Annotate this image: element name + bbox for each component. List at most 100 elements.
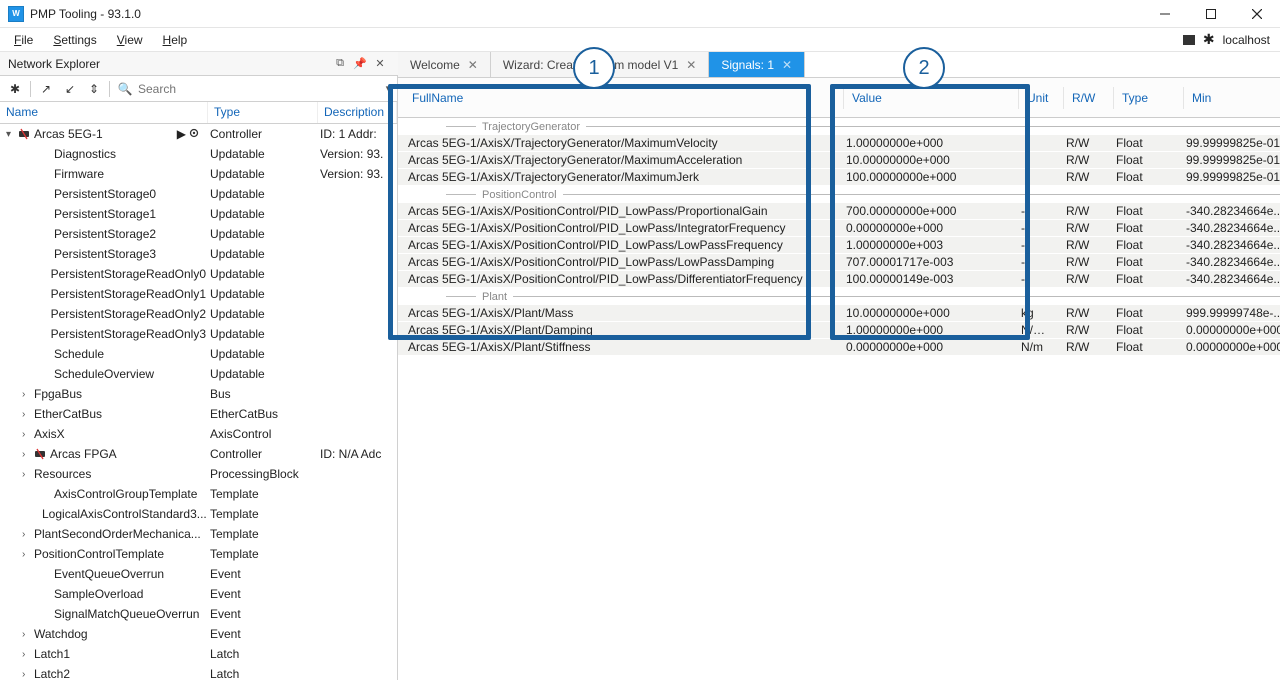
grid-group-header: TrajectoryGenerator (398, 118, 1280, 135)
minimize-button[interactable] (1142, 0, 1188, 28)
grid-row[interactable]: Arcas 5EG-1/AxisX/Plant/Mass10.00000000e… (398, 305, 1280, 322)
cell-type: Float (1108, 272, 1178, 286)
search-dropdown-icon[interactable]: ▼ (384, 84, 392, 93)
col-desc[interactable]: Description (318, 102, 397, 123)
cell-value[interactable]: 700.00000000e+000 (838, 204, 1013, 218)
tree-row[interactable]: ›ResourcesProcessingBlock (0, 464, 397, 484)
sort-icon[interactable]: ⇕ (85, 80, 103, 98)
expander-icon[interactable]: › (22, 409, 34, 420)
panel-popout-button[interactable]: ⧉ (330, 57, 350, 70)
tree-row[interactable]: PersistentStorageReadOnly2Updatable (0, 304, 397, 324)
grid-row[interactable]: Arcas 5EG-1/AxisX/TrajectoryGenerator/Ma… (398, 152, 1280, 169)
tree-row[interactable]: SampleOverloadEvent (0, 584, 397, 604)
cell-value[interactable]: 0.00000000e+000 (838, 340, 1013, 354)
expander-icon[interactable]: › (22, 469, 34, 480)
expander-icon[interactable]: ▾ (6, 129, 18, 140)
tab[interactable]: Welcome✕ (398, 52, 491, 77)
col-unit[interactable]: Unit (1019, 87, 1064, 109)
grid-row[interactable]: Arcas 5EG-1/AxisX/Plant/Damping1.0000000… (398, 322, 1280, 339)
tree-row[interactable]: ›WatchdogEvent (0, 624, 397, 644)
tree-row[interactable]: PersistentStorage0Updatable (0, 184, 397, 204)
panel-close-button[interactable]: ✕ (370, 57, 390, 70)
cell-type: Float (1108, 221, 1178, 235)
tree-row[interactable]: SignalMatchQueueOverrunEvent (0, 604, 397, 624)
tree-row[interactable]: AxisControlGroupTemplateTemplate (0, 484, 397, 504)
maximize-button[interactable] (1188, 0, 1234, 28)
grid-row[interactable]: Arcas 5EG-1/AxisX/PositionControl/PID_Lo… (398, 237, 1280, 254)
tree-row[interactable]: ›Arcas FPGAControllerID: N/A Adc (0, 444, 397, 464)
tree-row[interactable]: ›AxisXAxisControl (0, 424, 397, 444)
col-type[interactable]: Type (1114, 87, 1184, 109)
expander-icon[interactable]: › (22, 449, 34, 460)
grid-body[interactable]: TrajectoryGeneratorArcas 5EG-1/AxisX/Tra… (398, 118, 1280, 356)
col-name[interactable]: Name (0, 102, 208, 123)
menu-help[interactable]: Help (153, 31, 198, 49)
tree-row[interactable]: ›Latch1Latch (0, 644, 397, 664)
expander-icon[interactable]: › (22, 429, 34, 440)
cell-value[interactable]: 100.00000000e+000 (838, 170, 1013, 184)
gear-icon[interactable] (188, 127, 200, 142)
col-fullname[interactable]: FullName (404, 87, 844, 109)
tab-close-icon[interactable]: ✕ (686, 58, 696, 72)
expander-icon[interactable]: › (22, 549, 34, 560)
grid-row[interactable]: Arcas 5EG-1/AxisX/TrajectoryGenerator/Ma… (398, 135, 1280, 152)
grid-row[interactable]: Arcas 5EG-1/AxisX/TrajectoryGenerator/Ma… (398, 169, 1280, 186)
cell-value[interactable]: 100.00000149e-003 (838, 272, 1013, 286)
expander-icon[interactable]: › (22, 389, 34, 400)
cell-value[interactable]: 707.00001717e-003 (838, 255, 1013, 269)
cell-value[interactable]: 0.00000000e+000 (838, 221, 1013, 235)
collapse-icon[interactable]: ↙ (61, 80, 79, 98)
tree-row[interactable]: ›EtherCatBusEtherCatBus (0, 404, 397, 424)
close-button[interactable] (1234, 0, 1280, 28)
tab-close-icon[interactable]: ✕ (468, 58, 478, 72)
col-min[interactable]: Min (1184, 87, 1280, 109)
tree-row[interactable]: PersistentStorage3Updatable (0, 244, 397, 264)
tree-row[interactable]: PersistentStorage2Updatable (0, 224, 397, 244)
tree-row[interactable]: EventQueueOverrunEvent (0, 564, 397, 584)
connect-icon[interactable]: ✱ (6, 80, 24, 98)
cell-min: 0.00000000e+000 (1178, 323, 1280, 337)
cell-value[interactable]: 1.00000000e+000 (838, 136, 1013, 150)
grid-row[interactable]: Arcas 5EG-1/AxisX/PositionControl/PID_Lo… (398, 254, 1280, 271)
col-rw[interactable]: R/W (1064, 87, 1114, 109)
tree-row[interactable]: ›PlantSecondOrderMechanica...Template (0, 524, 397, 544)
menu-file[interactable]: File (4, 31, 43, 49)
panel-pin-button[interactable]: 📌 (350, 57, 370, 70)
tree-row[interactable]: DiagnosticsUpdatableVersion: 93. (0, 144, 397, 164)
tree-row[interactable]: ›Latch2Latch (0, 664, 397, 680)
cell-value[interactable]: 10.00000000e+000 (838, 306, 1013, 320)
play-icon[interactable]: ▶ (177, 127, 186, 142)
tab-close-icon[interactable]: ✕ (782, 58, 792, 72)
tree-row[interactable]: PersistentStorage1Updatable (0, 204, 397, 224)
expander-icon[interactable]: › (22, 669, 34, 680)
tree-row[interactable]: ›PositionControlTemplateTemplate (0, 544, 397, 564)
col-value[interactable]: Value (844, 87, 1019, 109)
expander-icon[interactable]: › (22, 629, 34, 640)
tree-row[interactable]: ›FpgaBusBus (0, 384, 397, 404)
col-type[interactable]: Type (208, 102, 318, 123)
tree-row[interactable]: ScheduleUpdatable (0, 344, 397, 364)
tree-body[interactable]: ▾Arcas 5EG-1▶ControllerID: 1 Addr:Diagno… (0, 124, 397, 680)
tab[interactable]: Wizard: Create system model V1✕ (491, 52, 709, 77)
tree-row[interactable]: PersistentStorageReadOnly0Updatable (0, 264, 397, 284)
grid-row[interactable]: Arcas 5EG-1/AxisX/PositionControl/PID_Lo… (398, 203, 1280, 220)
tree-row[interactable]: ScheduleOverviewUpdatable (0, 364, 397, 384)
search-input[interactable] (138, 82, 376, 96)
menu-settings[interactable]: Settings (43, 31, 106, 49)
cell-value[interactable]: 1.00000000e+003 (838, 238, 1013, 252)
tree-row[interactable]: FirmwareUpdatableVersion: 93. (0, 164, 397, 184)
menu-view[interactable]: View (107, 31, 153, 49)
cell-value[interactable]: 1.00000000e+000 (838, 323, 1013, 337)
tree-row[interactable]: ▾Arcas 5EG-1▶ControllerID: 1 Addr: (0, 124, 397, 144)
expander-icon[interactable]: › (22, 649, 34, 660)
grid-row[interactable]: Arcas 5EG-1/AxisX/Plant/Stiffness0.00000… (398, 339, 1280, 356)
expander-icon[interactable]: › (22, 529, 34, 540)
expand-icon[interactable]: ↗ (37, 80, 55, 98)
tree-row[interactable]: PersistentStorageReadOnly3Updatable (0, 324, 397, 344)
grid-row[interactable]: Arcas 5EG-1/AxisX/PositionControl/PID_Lo… (398, 220, 1280, 237)
cell-value[interactable]: 10.00000000e+000 (838, 153, 1013, 167)
tree-row[interactable]: LogicalAxisControlStandard3...Template (0, 504, 397, 524)
tab[interactable]: Signals: 1✕ (709, 52, 805, 77)
grid-row[interactable]: Arcas 5EG-1/AxisX/PositionControl/PID_Lo… (398, 271, 1280, 288)
tree-row[interactable]: PersistentStorageReadOnly1Updatable (0, 284, 397, 304)
